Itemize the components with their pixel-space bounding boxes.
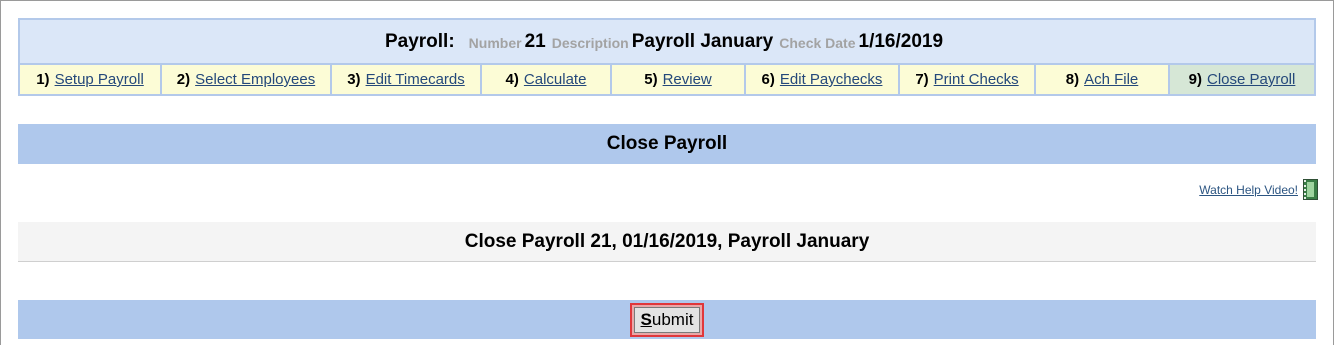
submit-button[interactable]: Submit bbox=[633, 306, 701, 333]
payroll-summary: Payroll: Number 21 Description Payroll J… bbox=[20, 20, 1314, 63]
step-close-payroll: 9) Close Payroll bbox=[1170, 65, 1314, 94]
step-ach-file: 8) Ach File bbox=[1036, 65, 1170, 94]
film-icon[interactable] bbox=[1303, 179, 1318, 200]
submit-highlight: Submit bbox=[629, 302, 705, 337]
step-edit-paychecks: 6) Edit Paychecks bbox=[746, 65, 900, 94]
step-select-employees: 2) Select Employees bbox=[162, 65, 332, 94]
payroll-header: Payroll: Number 21 Description Payroll J… bbox=[18, 18, 1316, 96]
step-link-edit-timecards[interactable]: Edit Timecards bbox=[366, 71, 465, 88]
step-link-setup-payroll[interactable]: Setup Payroll bbox=[55, 71, 144, 88]
step-number: 1) bbox=[36, 71, 50, 88]
step-number: 7) bbox=[915, 71, 929, 88]
step-edit-timecards: 3) Edit Timecards bbox=[332, 65, 482, 94]
submit-label: ubmit bbox=[651, 309, 694, 329]
description-label: Description bbox=[551, 34, 629, 51]
step-number: 2) bbox=[176, 71, 191, 88]
step-number: 6) bbox=[761, 71, 775, 88]
step-link-print-checks[interactable]: Print Checks bbox=[934, 71, 1019, 88]
section-title: Close Payroll bbox=[18, 124, 1316, 164]
step-link-edit-paychecks[interactable]: Edit Paychecks bbox=[780, 71, 883, 88]
step-link-select-employees[interactable]: Select Employees bbox=[195, 71, 315, 88]
help-video: Watch Help Video! bbox=[1199, 179, 1318, 200]
step-print-checks: 7) Print Checks bbox=[900, 65, 1036, 94]
step-number: 9) bbox=[1188, 71, 1202, 88]
number-value: 21 bbox=[524, 30, 546, 52]
step-link-calculate[interactable]: Calculate bbox=[524, 71, 587, 88]
submit-bar: Submit bbox=[18, 300, 1316, 339]
number-label: Number bbox=[468, 34, 522, 51]
step-link-ach-file[interactable]: Ach File bbox=[1084, 71, 1138, 88]
wizard-steps: 1) Setup Payroll 2) Select Employees 3) Edi… bbox=[20, 63, 1314, 94]
step-setup-payroll: 1) Setup Payroll bbox=[20, 65, 162, 94]
check-date-label: Check Date bbox=[779, 34, 856, 51]
payroll-title: Payroll: bbox=[384, 30, 455, 52]
submit-accesskey: S bbox=[640, 309, 652, 329]
step-number: 5) bbox=[644, 71, 658, 88]
step-number: 3) bbox=[347, 71, 361, 88]
step-number: 4) bbox=[505, 71, 519, 88]
step-number: 8) bbox=[1065, 71, 1080, 88]
step-calculate: 4) Calculate bbox=[482, 65, 612, 94]
watch-help-video-link[interactable]: Watch Help Video! bbox=[1199, 183, 1298, 197]
step-link-close-payroll[interactable]: Close Payroll bbox=[1207, 71, 1295, 88]
step-review: 5) Review bbox=[612, 65, 746, 94]
description-value: Payroll January bbox=[631, 30, 774, 52]
step-link-review[interactable]: Review bbox=[663, 71, 712, 88]
close-payroll-info: Close Payroll 21, 01/16/2019, Payroll Ja… bbox=[18, 222, 1316, 262]
check-date-value: 1/16/2019 bbox=[858, 30, 944, 52]
